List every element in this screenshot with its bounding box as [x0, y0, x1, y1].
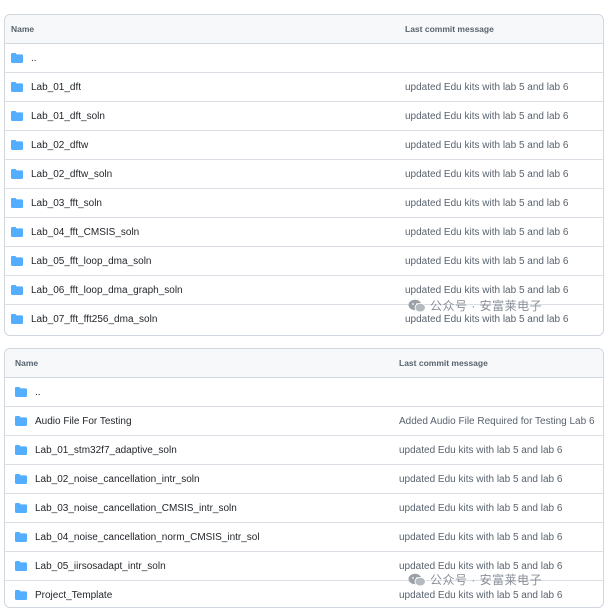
folder-link[interactable]: Project_Template [35, 590, 112, 601]
name-cell: Lab_02_noise_cancellation_intr_soln [5, 474, 399, 485]
commit-message-link[interactable]: updated Edu kits with lab 5 and lab 6 [405, 169, 603, 180]
name-cell: Lab_05_fft_loop_dma_soln [5, 256, 405, 267]
folder-link[interactable]: Lab_01_dft_soln [31, 111, 105, 122]
name-cell: Lab_07_fft_fft256_dma_soln [5, 314, 405, 325]
commit-message-link[interactable]: updated Edu kits with lab 5 and lab 6 [405, 198, 603, 209]
folder-icon [11, 169, 23, 179]
folder-icon [15, 416, 27, 426]
file-table-1: Name Last commit message .. Lab_01_dft upd… [4, 14, 604, 336]
parent-directory-row[interactable]: .. [5, 378, 603, 407]
commit-message-link[interactable]: updated Edu kits with lab 5 and lab 6 [405, 82, 603, 93]
commit-message-link[interactable]: updated Edu kits with lab 5 and lab 6 [399, 445, 603, 456]
folder-icon [11, 314, 23, 324]
name-cell: Lab_06_fft_loop_dma_graph_soln [5, 285, 405, 296]
table-row[interactable]: Lab_05_fft_loop_dma_soln updated Edu kits… [5, 247, 603, 276]
table-row[interactable]: Audio File For Testing Added Audio File R… [5, 407, 603, 436]
folder-icon [11, 53, 23, 63]
folder-icon [11, 111, 23, 121]
folder-icon [15, 590, 27, 600]
table-row[interactable]: Lab_06_fft_loop_dma_graph_soln updated Ed… [5, 276, 603, 305]
name-cell: Lab_01_dft_soln [5, 111, 405, 122]
folder-icon [15, 387, 27, 397]
folder-icon [15, 503, 27, 513]
table-row[interactable]: Lab_07_fft_fft256_dma_soln updated Edu ki… [5, 305, 603, 333]
name-cell: Audio File For Testing [5, 416, 399, 427]
commit-message-link[interactable]: updated Edu kits with lab 5 and lab 6 [399, 561, 603, 572]
name-cell: Project_Template [5, 590, 399, 601]
table-row[interactable]: Lab_03_noise_cancellation_CMSIS_intr_sol… [5, 494, 603, 523]
name-cell: Lab_02_dftw_soln [5, 169, 405, 180]
table-row[interactable]: Lab_05_iirsosadapt_intr_soln updated Edu … [5, 552, 603, 581]
column-header-name: Name [11, 24, 35, 34]
table-row[interactable]: Lab_01_dft updated Edu kits with lab 5 an… [5, 73, 603, 102]
file-table-2: Name Last commit message .. Audio File Fo… [4, 348, 604, 608]
column-header-message: Last commit message [399, 358, 488, 368]
parent-directory-link[interactable]: .. [35, 387, 41, 398]
table-header: Name Last commit message [5, 15, 603, 44]
name-cell: Lab_03_noise_cancellation_CMSIS_intr_sol… [5, 503, 399, 514]
name-cell: Lab_02_dftw [5, 140, 405, 151]
folder-icon [11, 256, 23, 266]
folder-icon [11, 227, 23, 237]
commit-message-link[interactable]: updated Edu kits with lab 5 and lab 6 [399, 532, 603, 543]
commit-message-link[interactable]: updated Edu kits with lab 5 and lab 6 [399, 590, 603, 601]
folder-link[interactable]: Lab_04_noise_cancellation_norm_CMSIS_int… [35, 532, 260, 543]
folder-link[interactable]: Lab_05_iirsosadapt_intr_soln [35, 561, 166, 572]
name-cell: Lab_05_iirsosadapt_intr_soln [5, 561, 399, 572]
table-row[interactable]: Lab_02_dftw updated Edu kits with lab 5 a… [5, 131, 603, 160]
table-row[interactable]: Lab_04_fft_CMSIS_soln updated Edu kits wi… [5, 218, 603, 247]
name-cell: .. [5, 53, 405, 64]
commit-message-link[interactable]: updated Edu kits with lab 5 and lab 6 [405, 111, 603, 122]
table-row[interactable]: Lab_02_dftw_soln updated Edu kits with la… [5, 160, 603, 189]
commit-message-link[interactable]: updated Edu kits with lab 5 and lab 6 [399, 503, 603, 514]
name-cell: .. [5, 387, 399, 398]
folder-icon [15, 532, 27, 542]
name-cell: Lab_01_stm32f7_adaptive_soln [5, 445, 399, 456]
folder-icon [15, 561, 27, 571]
folder-link[interactable]: Audio File For Testing [35, 416, 132, 427]
folder-icon [11, 285, 23, 295]
commit-message-link[interactable]: Added Audio File Required for Testing La… [399, 416, 603, 427]
folder-icon [11, 198, 23, 208]
folder-link[interactable]: Lab_05_fft_loop_dma_soln [31, 256, 151, 267]
commit-message-link[interactable]: updated Edu kits with lab 5 and lab 6 [405, 256, 603, 267]
commit-message-link[interactable]: updated Edu kits with lab 5 and lab 6 [405, 227, 603, 238]
folder-link[interactable]: Lab_04_fft_CMSIS_soln [31, 227, 139, 238]
folder-link[interactable]: Lab_02_dftw [31, 140, 88, 151]
table-row[interactable]: Lab_04_noise_cancellation_norm_CMSIS_int… [5, 523, 603, 552]
folder-link[interactable]: Lab_02_dftw_soln [31, 169, 112, 180]
folder-icon [11, 140, 23, 150]
parent-directory-link[interactable]: .. [31, 53, 37, 64]
commit-message-link[interactable]: updated Edu kits with lab 5 and lab 6 [405, 140, 603, 151]
commit-message-link[interactable]: updated Edu kits with lab 5 and lab 6 [405, 285, 603, 296]
folder-icon [15, 445, 27, 455]
name-cell: Lab_03_fft_soln [5, 198, 405, 209]
table-row[interactable]: Lab_01_dft_soln updated Edu kits with lab… [5, 102, 603, 131]
table-row[interactable]: Lab_02_noise_cancellation_intr_soln updat… [5, 465, 603, 494]
folder-link[interactable]: Lab_03_fft_soln [31, 198, 102, 209]
folder-link[interactable]: Lab_07_fft_fft256_dma_soln [31, 314, 157, 325]
folder-link[interactable]: Lab_03_noise_cancellation_CMSIS_intr_sol… [35, 503, 237, 514]
folder-link[interactable]: Lab_06_fft_loop_dma_graph_soln [31, 285, 183, 296]
parent-directory-row[interactable]: .. [5, 44, 603, 73]
folder-link[interactable]: Lab_02_noise_cancellation_intr_soln [35, 474, 200, 485]
name-cell: Lab_04_noise_cancellation_norm_CMSIS_int… [5, 532, 399, 543]
folder-link[interactable]: Lab_01_dft [31, 82, 81, 93]
column-header-name: Name [15, 358, 39, 368]
folder-link[interactable]: Lab_01_stm32f7_adaptive_soln [35, 445, 177, 456]
name-cell: Lab_04_fft_CMSIS_soln [5, 227, 405, 238]
folder-icon [11, 82, 23, 92]
table-header: Name Last commit message [5, 349, 603, 378]
commit-message-link[interactable]: updated Edu kits with lab 5 and lab 6 [399, 474, 603, 485]
table-row[interactable]: Project_Template updated Edu kits with la… [5, 581, 603, 607]
folder-icon [15, 474, 27, 484]
table-row[interactable]: Lab_03_fft_soln updated Edu kits with lab… [5, 189, 603, 218]
table-row[interactable]: Lab_01_stm32f7_adaptive_soln updated Edu … [5, 436, 603, 465]
name-cell: Lab_01_dft [5, 82, 405, 93]
commit-message-link[interactable]: updated Edu kits with lab 5 and lab 6 [405, 314, 603, 325]
column-header-message: Last commit message [405, 24, 494, 34]
